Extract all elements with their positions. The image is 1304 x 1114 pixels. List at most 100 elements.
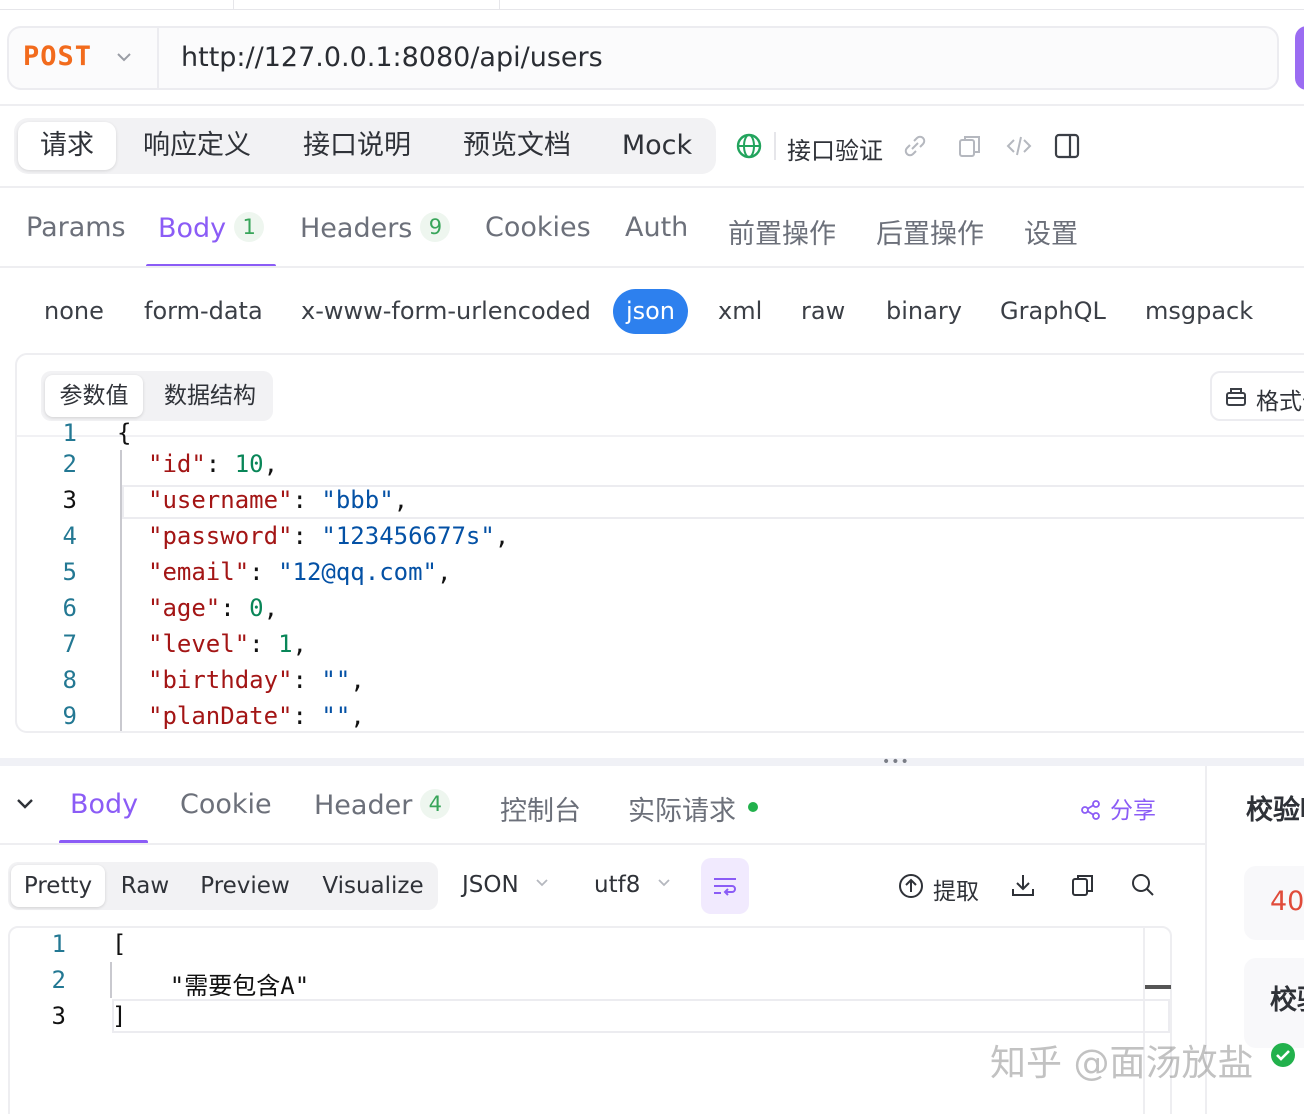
send-button[interactable] <box>1295 26 1304 90</box>
share-icon <box>1081 800 1100 820</box>
check-circle-icon <box>1271 1043 1295 1067</box>
encoding-select[interactable]: utf8 <box>594 872 672 898</box>
current-line-highlight <box>112 999 1170 1033</box>
tab-cookies[interactable]: Cookies <box>485 212 591 243</box>
divider <box>0 186 1304 188</box>
select-value: utf8 <box>594 872 641 898</box>
divider <box>0 266 1304 268</box>
url-input[interactable]: http://127.0.0.1:8080/api/users <box>181 42 603 73</box>
response-tab-header[interactable]: Header 4 <box>314 789 451 821</box>
tab-api-description[interactable]: 接口说明 <box>294 118 420 174</box>
line-number: 7 <box>62 630 77 658</box>
body-type-binary[interactable]: binary <box>886 297 962 325</box>
body-type-graphql[interactable]: GraphQL <box>1000 297 1106 325</box>
collapse-chevron-icon[interactable] <box>14 793 36 815</box>
url-divider <box>157 28 159 88</box>
editor-divider <box>17 435 1304 437</box>
format-select[interactable]: JSON <box>462 872 550 898</box>
tab-body[interactable]: Body 1 <box>158 212 265 244</box>
code-line: "level": 1, <box>148 630 307 658</box>
editor-mode-toggle: 参数值 数据结构 <box>41 371 273 421</box>
body-type-form-data[interactable]: form-data <box>144 297 263 325</box>
tab-headers[interactable]: Headers 9 <box>300 212 451 244</box>
response-tab-actual-request[interactable]: 实际请求 <box>628 789 758 828</box>
tab-response-definition[interactable]: 响应定义 <box>134 118 260 174</box>
json-value: 1 <box>278 630 293 658</box>
tab-request[interactable]: 请求 <box>18 122 116 170</box>
tab-label: Params <box>26 212 126 243</box>
tab-label: Body <box>70 789 139 820</box>
search-icon[interactable] <box>1129 871 1157 899</box>
word-wrap-button[interactable] <box>701 858 749 914</box>
tab-label: Header <box>314 790 413 821</box>
tab-settings[interactable]: 设置 <box>1024 212 1078 251</box>
format-icon <box>1226 388 1246 406</box>
body-type-json[interactable]: json <box>613 289 688 334</box>
extract-icon[interactable] <box>897 872 925 900</box>
response-tab-body[interactable]: Body <box>70 789 138 820</box>
count-badge: 4 <box>420 789 451 819</box>
data-structure-button[interactable]: 数据结构 <box>151 371 269 421</box>
response-tab-console[interactable]: 控制台 <box>500 789 581 828</box>
tab-pre-request[interactable]: 前置操作 <box>728 212 836 251</box>
globe-icon[interactable] <box>735 132 763 160</box>
json-body-editor[interactable]: 参数值 数据结构 格式化 1 { 2 "id": 10, 3 "username… <box>15 353 1304 733</box>
link-icon[interactable] <box>901 132 929 160</box>
panel-toggle-icon[interactable] <box>1053 132 1081 160</box>
scrollbar-thumb[interactable] <box>1145 985 1171 989</box>
code-line: "id": 10, <box>148 450 279 478</box>
response-tab-cookie[interactable]: Cookie <box>180 789 272 820</box>
download-icon[interactable] <box>1009 871 1037 899</box>
json-value: "123456677s" <box>321 522 495 550</box>
tab-auth[interactable]: Auth <box>625 212 688 243</box>
api-verify-button[interactable]: 接口验证 <box>787 131 883 166</box>
divider <box>0 843 1205 845</box>
tab-mock[interactable]: Mock <box>610 118 704 174</box>
tab-label: Cookie <box>180 789 272 820</box>
code-icon[interactable] <box>1005 132 1033 160</box>
wrap-icon <box>714 878 736 896</box>
mode-visualize[interactable]: Visualize <box>316 862 430 910</box>
tab-preview-docs[interactable]: 预览文档 <box>454 118 580 174</box>
format-label: 格式化 <box>1256 389 1304 415</box>
tab-params[interactable]: Params <box>26 212 126 243</box>
copy-icon[interactable] <box>956 132 984 160</box>
code-line: "password": "123456677s", <box>148 522 510 550</box>
window-tab[interactable] <box>233 0 500 10</box>
chevron-down-icon[interactable] <box>115 48 133 66</box>
method-select[interactable]: POST <box>23 41 92 72</box>
code-line: { <box>117 419 132 447</box>
line-number: 9 <box>62 702 77 730</box>
json-value: 0 <box>249 594 264 622</box>
copy-icon[interactable] <box>1069 871 1097 899</box>
body-type-urlencoded[interactable]: x-www-form-urlencoded <box>301 297 591 325</box>
mode-pretty[interactable]: Pretty <box>11 865 105 907</box>
mode-preview[interactable]: Preview <box>196 862 294 910</box>
body-type-msgpack[interactable]: msgpack <box>1145 297 1253 325</box>
divider <box>0 104 1304 106</box>
count-badge: 1 <box>234 212 265 242</box>
param-values-button[interactable]: 参数值 <box>45 375 143 417</box>
line-number: 8 <box>62 666 77 694</box>
url-bar: POST http://127.0.0.1:8080/api/users <box>7 26 1279 90</box>
line-number: 2 <box>51 966 66 994</box>
mode-raw[interactable]: Raw <box>114 862 176 910</box>
drag-handle-icon[interactable]: ••• <box>882 755 910 769</box>
code-line: "email": "12@qq.com", <box>148 558 452 586</box>
select-value: JSON <box>462 872 519 898</box>
body-type-xml[interactable]: xml <box>718 297 762 325</box>
json-key: "username" <box>148 486 293 514</box>
tab-post-request[interactable]: 后置操作 <box>876 212 984 251</box>
watermark: 知乎 @面汤放盐 <box>990 1043 1254 1084</box>
share-button[interactable]: 分享 <box>1080 791 1156 825</box>
line-number: 3 <box>62 486 77 514</box>
panel-splitter[interactable] <box>0 758 1304 766</box>
tab-label: 控制台 <box>500 796 581 827</box>
format-button[interactable]: 格式化 <box>1210 371 1304 421</box>
status-dot <box>748 802 758 812</box>
line-number: 2 <box>62 450 77 478</box>
body-type-none[interactable]: none <box>44 297 104 325</box>
body-type-raw[interactable]: raw <box>801 297 845 325</box>
json-value: "" <box>321 702 351 730</box>
extract-button[interactable]: 提取 <box>933 872 979 906</box>
